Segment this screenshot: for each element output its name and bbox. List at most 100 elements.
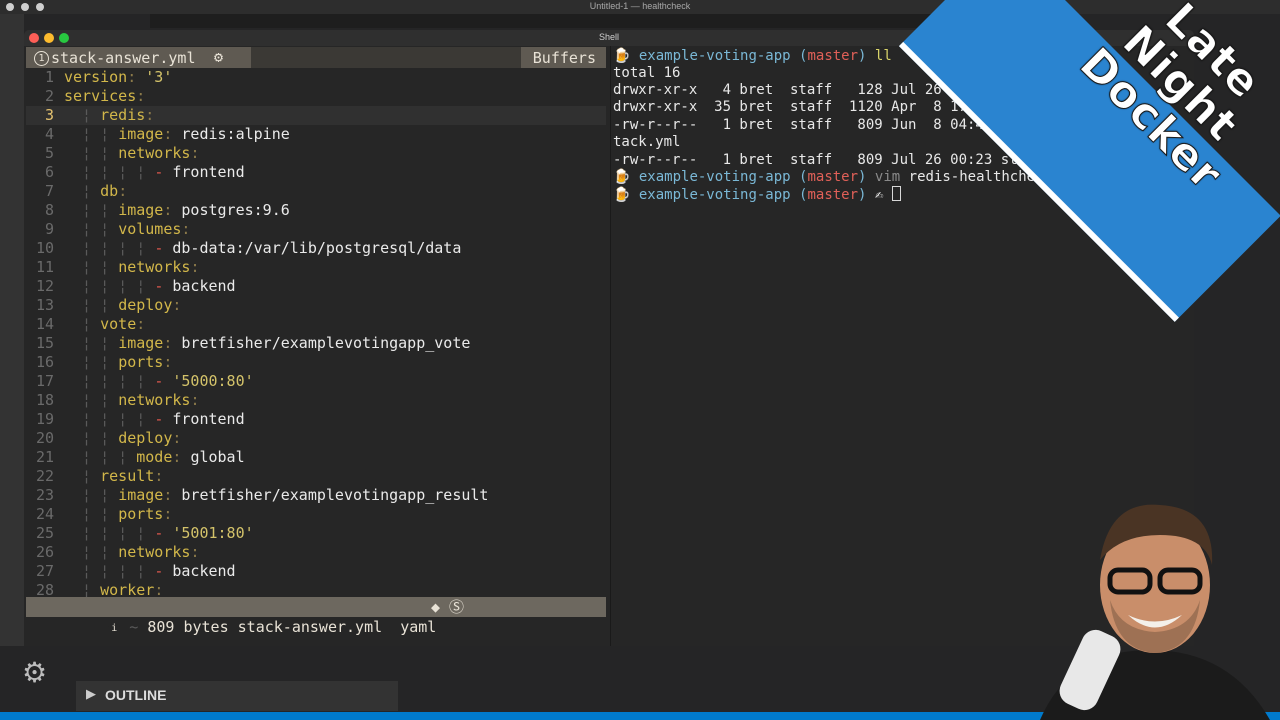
status-right-symbols: ◆ Ⓢ — [431, 597, 464, 617]
yaml-colon: : — [118, 182, 128, 200]
presenter-webcam — [1040, 504, 1270, 720]
line-number: 22 — [35, 467, 54, 485]
yaml-key: image — [118, 201, 164, 219]
vim-pane[interactable]: 1 stack-answer.yml ⚙ Buffers 1 version: '3… — [24, 46, 608, 646]
line-text: ¦ worker: — [64, 581, 163, 598]
yaml-colon: : — [163, 353, 173, 371]
line-text: ¦ ¦ ¦ ¦ - frontend — [64, 410, 245, 429]
list-dash: - — [154, 277, 173, 295]
code-line[interactable]: 26 ¦ ¦ networks: — [26, 543, 606, 562]
prompt-branch: master — [807, 48, 859, 64]
line-text: ¦ ¦ ports: — [64, 353, 172, 372]
line-text: ¦ ¦ ¦ ¦ - db-data:/var/lib/postgresql/da… — [64, 239, 461, 258]
indent-guide: ¦ ¦ — [64, 334, 119, 352]
line-number: 24 — [35, 505, 54, 523]
list-dash: - — [154, 410, 173, 428]
line-text: ¦ vote: — [64, 315, 145, 334]
code-line[interactable]: 3 ¦ redis: — [26, 106, 606, 125]
yaml-colon: : — [163, 505, 173, 523]
yaml-key: image — [118, 334, 164, 352]
indent-guide: ¦ — [64, 467, 101, 485]
settings-gear-icon[interactable]: ⚙ — [22, 656, 47, 689]
yaml-key: ports — [118, 505, 164, 523]
code-line[interactable]: 20 ¦ ¦ deploy: — [26, 429, 606, 448]
yaml-colon: : — [190, 543, 200, 561]
line-text: ¦ ¦ deploy: — [64, 296, 181, 315]
yaml-key: networks — [118, 391, 191, 409]
line-number: 1 — [44, 68, 54, 86]
code-line[interactable]: 2 services: — [26, 87, 606, 106]
line-text: ¦ ¦ image: postgres:9.6 — [64, 201, 290, 220]
code-line[interactable]: 19 ¦ ¦ ¦ ¦ - frontend — [26, 410, 606, 429]
line-number: 26 — [35, 543, 54, 561]
yaml-key: vote — [100, 315, 137, 333]
line-text: ¦ ¦ ports: — [64, 505, 172, 524]
line-number: 17 — [35, 372, 54, 390]
prompt-paren-close: ) — [858, 187, 867, 203]
code-line[interactable]: 11 ¦ ¦ networks: — [26, 258, 606, 277]
yaml-value: backend — [172, 277, 236, 295]
line-number: 21 — [35, 448, 54, 466]
code-line[interactable]: 6 ¦ ¦ ¦ ¦ - frontend — [26, 163, 606, 182]
editor-tab-strip — [150, 14, 1040, 28]
code-line[interactable]: 17 ¦ ¦ ¦ ¦ - '5000:80' — [26, 372, 606, 391]
code-line[interactable]: 18 ¦ ¦ networks: — [26, 391, 606, 410]
code-line[interactable]: 5 ¦ ¦ networks: — [26, 144, 606, 163]
status-filetype: yaml — [400, 618, 437, 636]
beer-icon: 🍺 — [613, 187, 639, 203]
line-text: ¦ ¦ networks: — [64, 391, 199, 410]
yaml-value: postgres:9.6 — [181, 201, 290, 219]
code-line[interactable]: 9 ¦ ¦ volumes: — [26, 220, 606, 239]
indent-guide: ¦ ¦ — [64, 296, 119, 314]
code-line[interactable]: 15 ¦ ¦ image: bretfisher/examplevotingap… — [26, 334, 606, 353]
line-text: ¦ db: — [64, 182, 127, 201]
code-line[interactable]: 23 ¦ ¦ image: bretfisher/examplevotingap… — [26, 486, 606, 505]
yaml-key: networks — [118, 144, 191, 162]
code-line[interactable]: 21 ¦ ¦ ¦ mode: global — [26, 448, 606, 467]
yaml-value: frontend — [172, 410, 245, 428]
code-line[interactable]: 7 ¦ db: — [26, 182, 606, 201]
yaml-colon: : — [190, 144, 200, 162]
info-icon: i — [108, 623, 121, 635]
code-line[interactable]: 16 ¦ ¦ ports: — [26, 353, 606, 372]
vim-tab-active[interactable]: 1 stack-answer.yml — [34, 49, 196, 67]
prompt-dir: example-voting-app — [638, 48, 791, 64]
line-text: version: '3' — [64, 68, 172, 87]
status-file-info: 809 bytes stack-answer.yml — [147, 618, 383, 636]
shell-output-line: tack.yml — [613, 134, 681, 150]
indent-guide: ¦ — [64, 106, 101, 124]
yaml-value: '3' — [145, 68, 173, 86]
code-line[interactable]: 25 ¦ ¦ ¦ ¦ - '5001:80' — [26, 524, 606, 543]
code-line[interactable]: 22 ¦ result: — [26, 467, 606, 486]
code-line[interactable]: 24 ¦ ¦ ports: — [26, 505, 606, 524]
status-separator: ~ — [120, 618, 148, 636]
code-line[interactable]: 10 ¦ ¦ ¦ ¦ - db-data:/var/lib/postgresql… — [26, 239, 606, 258]
indent-guide: ¦ — [64, 315, 101, 333]
vim-code-area[interactable]: 1 version: '3' 2 services: 3 ¦ redis: 4 ¦ ¦ i… — [26, 68, 606, 598]
yaml-key: mode — [136, 448, 173, 466]
indent-guide: ¦ ¦ — [64, 125, 119, 143]
code-line[interactable]: 1 version: '3' — [26, 68, 606, 87]
code-line[interactable]: 27 ¦ ¦ ¦ ¦ - backend — [26, 562, 606, 581]
indent-guide: ¦ ¦ ¦ ¦ — [64, 372, 155, 390]
code-line[interactable]: 13 ¦ ¦ deploy: — [26, 296, 606, 315]
indent-guide: ¦ ¦ — [64, 429, 119, 447]
code-line[interactable]: 14 ¦ vote: — [26, 315, 606, 334]
yaml-colon: : — [154, 581, 164, 598]
code-line[interactable]: 28 ¦ worker: — [26, 581, 606, 598]
code-line[interactable]: 8 ¦ ¦ image: postgres:9.6 — [26, 201, 606, 220]
activity-bar — [0, 14, 24, 720]
indent-guide: ¦ ¦ ¦ ¦ — [64, 239, 155, 257]
chevron-right-icon: ▶ — [86, 687, 96, 702]
line-number: 23 — [35, 486, 54, 504]
outline-section[interactable]: ▶ OUTLINE — [76, 681, 398, 711]
indent-guide: ¦ — [64, 581, 101, 598]
tab-number: 1 — [34, 51, 49, 66]
indent-guide: ¦ — [64, 182, 101, 200]
line-text: ¦ ¦ image: bretfisher/examplevotingapp_v… — [64, 334, 470, 353]
code-line[interactable]: 12 ¦ ¦ ¦ ¦ - backend — [26, 277, 606, 296]
code-line[interactable]: 4 ¦ ¦ image: redis:alpine — [26, 125, 606, 144]
prompt-paren-close: ) — [858, 48, 867, 64]
line-number: 5 — [44, 144, 54, 162]
yaml-colon: : — [145, 106, 155, 124]
